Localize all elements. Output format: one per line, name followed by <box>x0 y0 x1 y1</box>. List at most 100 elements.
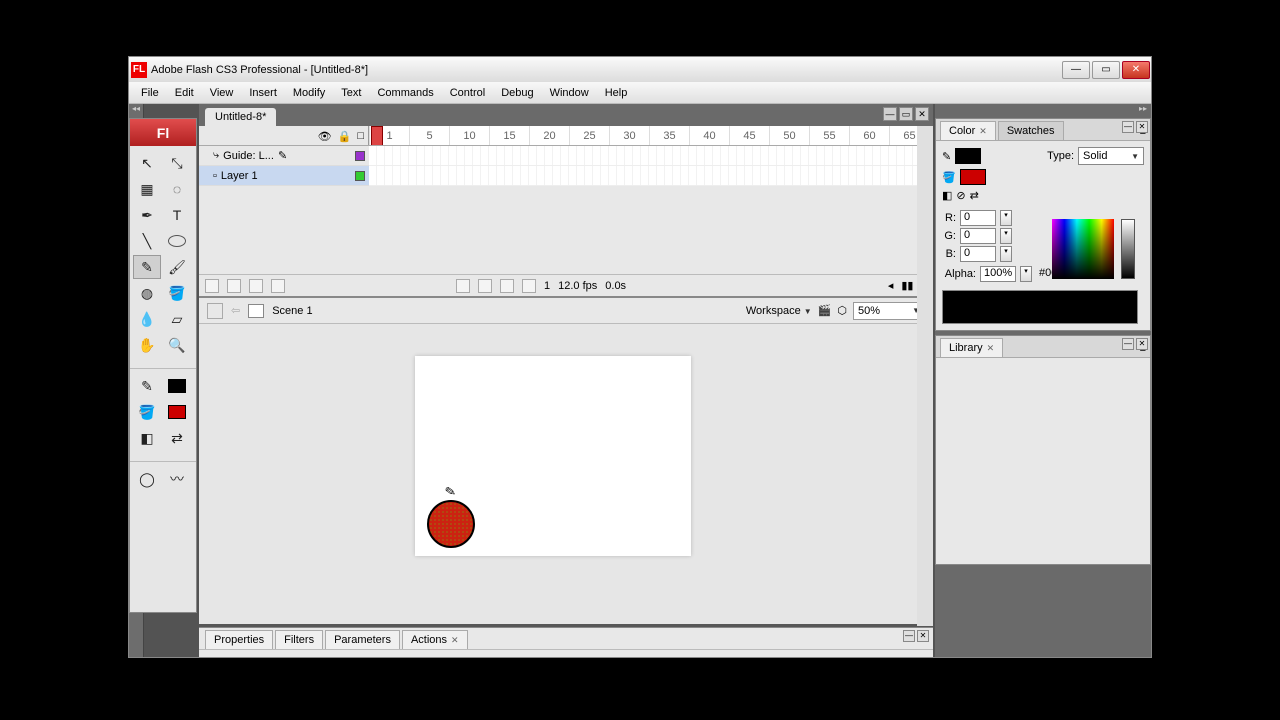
option-snap[interactable]: ◯ <box>133 467 161 491</box>
bw-icon[interactable]: ◧ <box>942 189 952 202</box>
line-tool[interactable]: ╲ <box>133 229 161 253</box>
zoom-select[interactable]: 50% ▼ <box>853 302 925 320</box>
drawn-circle-shape[interactable] <box>427 500 475 548</box>
g-stepper[interactable]: ▾ <box>1000 228 1012 244</box>
menu-insert[interactable]: Insert <box>241 84 285 102</box>
swatches-tab[interactable]: Swatches <box>998 121 1064 140</box>
document-tab[interactable]: Untitled-8* <box>205 108 276 126</box>
edit-symbols-icon[interactable]: ⬡ <box>837 304 847 317</box>
free-transform-tool[interactable]: ▦ <box>133 177 161 201</box>
center-frame-button[interactable] <box>456 279 470 293</box>
r-stepper[interactable]: ▾ <box>1000 210 1012 226</box>
stroke-color-swatch[interactable] <box>955 148 981 164</box>
fill-color-swatch[interactable] <box>163 400 191 424</box>
color-spectrum[interactable] <box>1052 219 1114 279</box>
edit-scene-icon[interactable]: 🎬 <box>818 304 832 317</box>
vertical-scrollbar[interactable] <box>917 126 933 626</box>
close-icon[interactable]: ✕ <box>451 635 459 645</box>
eraser-tool[interactable]: ▱ <box>163 307 191 331</box>
eyedropper-tool[interactable]: 💧 <box>133 307 161 331</box>
menu-modify[interactable]: Modify <box>285 84 333 102</box>
alpha-stepper[interactable]: ▾ <box>1020 266 1032 282</box>
type-select[interactable]: Solid ▼ <box>1078 147 1144 165</box>
option-smooth[interactable]: 〰 <box>163 467 191 491</box>
timeline-frames[interactable] <box>369 146 933 186</box>
doc-minimize-button[interactable]: — <box>883 107 897 121</box>
stroke-color-swatch[interactable] <box>163 374 191 398</box>
ink-bottle-tool[interactable]: ◍ <box>133 281 161 305</box>
rectangle-tool[interactable] <box>163 229 191 253</box>
timeline-ruler[interactable]: 1 5 10 15 20 25 30 35 40 45 50 55 <box>369 126 933 145</box>
parameters-tab[interactable]: Parameters <box>325 630 400 649</box>
doc-maximize-button[interactable]: ▭ <box>899 107 913 121</box>
brush-tool[interactable]: 🖌 <box>163 255 191 279</box>
layer-row[interactable]: ▫ Layer 1 <box>199 166 369 186</box>
menu-view[interactable]: View <box>202 84 242 102</box>
close-icon[interactable]: ✕ <box>987 343 995 354</box>
panel-close-button[interactable]: ✕ <box>1136 338 1148 350</box>
filters-tab[interactable]: Filters <box>275 630 323 649</box>
lock-icon[interactable]: 🔒 <box>338 130 352 143</box>
swap-icon[interactable]: ⇄ <box>970 189 979 202</box>
properties-tab[interactable]: Properties <box>205 630 273 649</box>
lasso-tool[interactable]: ◌ <box>163 177 191 201</box>
hand-tool[interactable]: ✋ <box>133 333 161 357</box>
b-input[interactable]: 0 <box>960 246 996 262</box>
panel-collapse-button[interactable]: — <box>903 630 915 642</box>
menu-edit[interactable]: Edit <box>167 84 202 102</box>
fill-color-icon[interactable]: 🪣 <box>133 400 161 424</box>
back-arrow-icon[interactable]: ⇦ <box>231 304 240 317</box>
panel-close-button[interactable]: ✕ <box>917 630 929 642</box>
canvas-viewport[interactable]: ✎ <box>199 324 917 624</box>
subselection-tool[interactable]: ⤡ <box>163 151 191 175</box>
r-input[interactable]: 0 <box>960 210 996 226</box>
new-layer-button[interactable] <box>205 279 219 293</box>
scroll-thumb-icon[interactable]: ▮▮ <box>901 279 913 292</box>
actions-tab[interactable]: Actions✕ <box>402 630 468 649</box>
onion-skin-button[interactable] <box>478 279 492 293</box>
maximize-button[interactable]: ▭ <box>1092 61 1120 79</box>
new-folder-button[interactable] <box>249 279 263 293</box>
g-input[interactable]: 0 <box>960 228 996 244</box>
value-slider[interactable] <box>1121 219 1135 279</box>
stroke-color-icon[interactable]: ✎ <box>133 374 161 398</box>
menu-help[interactable]: Help <box>597 84 636 102</box>
new-guide-button[interactable] <box>227 279 241 293</box>
edit-scene-button[interactable] <box>207 303 223 319</box>
fill-color-swatch[interactable] <box>960 169 986 185</box>
library-tab[interactable]: Library✕ <box>940 338 1003 357</box>
menu-file[interactable]: File <box>133 84 167 102</box>
scroll-left-icon[interactable]: ◂ <box>888 279 894 292</box>
edit-multiple-button[interactable] <box>522 279 536 293</box>
b-stepper[interactable]: ▾ <box>1000 246 1012 262</box>
panel-collapse-button[interactable]: — <box>1122 338 1134 350</box>
menu-commands[interactable]: Commands <box>369 84 441 102</box>
doc-close-button[interactable]: ✕ <box>915 107 929 121</box>
outline-icon[interactable]: □ <box>357 130 364 142</box>
workspace-dropdown[interactable]: Workspace ▼ <box>746 305 812 317</box>
minimize-button[interactable]: — <box>1062 61 1090 79</box>
layer-row-guide[interactable]: ⤷ Guide: L... ✎ <box>199 146 369 166</box>
color-tab[interactable]: Color✕ <box>940 121 996 140</box>
pencil-tool[interactable]: ✎ <box>133 255 161 279</box>
menu-text[interactable]: Text <box>333 84 369 102</box>
menu-window[interactable]: Window <box>542 84 597 102</box>
onion-outline-button[interactable] <box>500 279 514 293</box>
paint-bucket-tool[interactable]: 🪣 <box>163 281 191 305</box>
close-button[interactable]: ✕ <box>1122 61 1150 79</box>
dock-collapse-icon[interactable]: ▸▸ <box>935 104 1151 118</box>
menu-debug[interactable]: Debug <box>493 84 541 102</box>
delete-layer-button[interactable] <box>271 279 285 293</box>
black-white-button[interactable]: ◧ <box>133 426 161 450</box>
selection-tool[interactable]: ↖ <box>133 151 161 175</box>
alpha-input[interactable]: 100% <box>980 266 1016 282</box>
show-hide-icon[interactable]: 👁 <box>318 130 332 143</box>
menu-control[interactable]: Control <box>442 84 493 102</box>
panel-collapse-button[interactable]: — <box>1122 121 1134 133</box>
swap-colors-button[interactable]: ⇄ <box>163 426 191 450</box>
close-icon[interactable]: ✕ <box>979 126 987 137</box>
text-tool[interactable]: T <box>163 203 191 227</box>
nocolor-icon[interactable]: ⊘ <box>956 189 965 202</box>
zoom-tool[interactable]: 🔍 <box>163 333 191 357</box>
pen-tool[interactable]: ✒ <box>133 203 161 227</box>
